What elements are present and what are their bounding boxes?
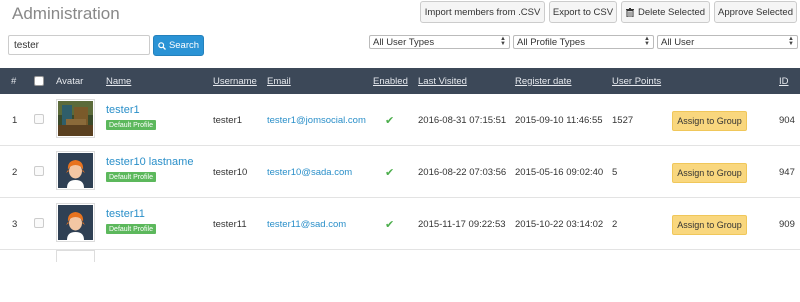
row-checkbox[interactable] bbox=[34, 218, 44, 228]
search-icon bbox=[158, 41, 166, 50]
row-checkbox[interactable] bbox=[34, 114, 44, 124]
avatar[interactable] bbox=[56, 99, 95, 138]
user-name-link[interactable]: tester1 bbox=[106, 104, 140, 116]
select-all-checkbox[interactable] bbox=[34, 76, 44, 86]
user-id: 947 bbox=[779, 166, 795, 178]
register-date: 2015-05-16 09:02:40 bbox=[515, 166, 604, 178]
all-user-value: All User bbox=[661, 36, 695, 48]
col-user-points-sort[interactable]: User Points bbox=[612, 68, 661, 94]
select-arrows-icon: ▲ ▼ bbox=[788, 36, 794, 47]
enabled-check-icon[interactable]: ✔ bbox=[385, 198, 394, 250]
export-csv-button[interactable]: Export to CSV bbox=[549, 1, 617, 23]
export-csv-label: Export to CSV bbox=[552, 6, 614, 18]
select-arrows-icon: ▲ ▼ bbox=[500, 36, 506, 47]
avatar[interactable] bbox=[56, 203, 95, 242]
select-all-checkbox-wrap[interactable] bbox=[34, 68, 44, 94]
select-arrows-icon: ▲ ▼ bbox=[644, 36, 650, 47]
assign-to-group-button[interactable]: Assign to Group bbox=[672, 215, 747, 235]
approve-selected-label: Approve Selected bbox=[718, 6, 793, 18]
col-id-sort[interactable]: ID bbox=[779, 68, 789, 94]
search-input[interactable] bbox=[8, 35, 150, 55]
user-id: 904 bbox=[779, 114, 795, 126]
table-header: # Avatar Name Username Email Enabled Las… bbox=[0, 68, 800, 94]
approve-selected-button[interactable]: Approve Selected bbox=[714, 1, 797, 23]
col-avatar: Avatar bbox=[56, 75, 84, 87]
user-types-value: All User Types bbox=[373, 36, 435, 48]
table-row: 1 tester1 Default Profile tester1 tester… bbox=[0, 94, 800, 146]
register-date: 2015-09-10 11:46:55 bbox=[515, 114, 603, 126]
user-name-link[interactable]: tester10 lastname bbox=[106, 156, 193, 168]
profile-badge: Default Profile bbox=[106, 120, 156, 130]
email-link[interactable]: tester10@sada.com bbox=[267, 146, 352, 198]
username: tester11 bbox=[213, 218, 247, 230]
table-row: 3 tester11 Default Profile tester11 test… bbox=[0, 198, 800, 250]
avatar[interactable] bbox=[56, 250, 95, 262]
last-visited: 2015-11-17 09:22:53 bbox=[418, 218, 506, 230]
delete-selected-button[interactable]: Delete Selected bbox=[621, 1, 710, 23]
assign-to-group-button[interactable]: Assign to Group bbox=[672, 111, 747, 131]
trash-icon bbox=[625, 7, 634, 17]
table-row: 2 tester10 lastname Default Profile test… bbox=[0, 146, 800, 198]
row-checkbox[interactable] bbox=[34, 166, 44, 176]
assign-to-group-button[interactable]: Assign to Group bbox=[672, 163, 747, 183]
avatar[interactable] bbox=[56, 151, 95, 190]
col-email-sort[interactable]: Email bbox=[267, 68, 291, 94]
delete-selected-label: Delete Selected bbox=[637, 6, 706, 18]
profile-badge: Default Profile bbox=[106, 224, 156, 234]
user-types-select[interactable]: All User Types ▲ ▼ bbox=[369, 35, 510, 49]
row-number: 3 bbox=[12, 218, 18, 230]
col-name-sort[interactable]: Name bbox=[106, 68, 131, 94]
page-title: Administration bbox=[12, 4, 120, 23]
col-last-visited-sort[interactable]: Last Visited bbox=[418, 68, 467, 94]
last-visited: 2016-08-31 07:15:51 bbox=[418, 114, 507, 126]
row-number: 2 bbox=[12, 166, 18, 178]
register-date: 2015-10-22 03:14:02 bbox=[515, 218, 604, 230]
col-register-date-sort[interactable]: Register date bbox=[515, 68, 572, 94]
import-csv-button[interactable]: Import members from .CSV bbox=[420, 1, 545, 23]
enabled-check-icon[interactable]: ✔ bbox=[385, 146, 394, 198]
username: tester10 bbox=[213, 166, 248, 178]
import-csv-label: Import members from .CSV bbox=[424, 6, 541, 18]
row-number: 1 bbox=[12, 114, 18, 126]
last-visited: 2016-08-22 07:03:56 bbox=[418, 166, 507, 178]
col-num: # bbox=[11, 75, 17, 87]
search-button[interactable]: Search bbox=[153, 35, 204, 56]
profile-badge: Default Profile bbox=[106, 172, 156, 182]
profile-types-select[interactable]: All Profile Types ▲ ▼ bbox=[513, 35, 654, 49]
enabled-check-icon[interactable]: ✔ bbox=[385, 94, 394, 146]
user-points: 5 bbox=[612, 166, 618, 178]
col-enabled-sort[interactable]: Enabled bbox=[373, 68, 408, 94]
profile-types-value: All Profile Types bbox=[517, 36, 585, 48]
email-link[interactable]: tester1@jomsocial.com bbox=[267, 94, 366, 146]
user-id: 909 bbox=[779, 218, 795, 230]
username: tester1 bbox=[213, 114, 243, 126]
col-username-sort[interactable]: Username bbox=[213, 68, 257, 94]
user-points: 1527 bbox=[612, 114, 634, 126]
email-link[interactable]: tester11@sad.com bbox=[267, 198, 346, 250]
user-points: 2 bbox=[612, 218, 618, 230]
search-button-label: Search bbox=[168, 40, 200, 51]
all-user-select[interactable]: All User ▲ ▼ bbox=[657, 35, 798, 49]
user-name-link[interactable]: tester11 bbox=[106, 208, 145, 220]
